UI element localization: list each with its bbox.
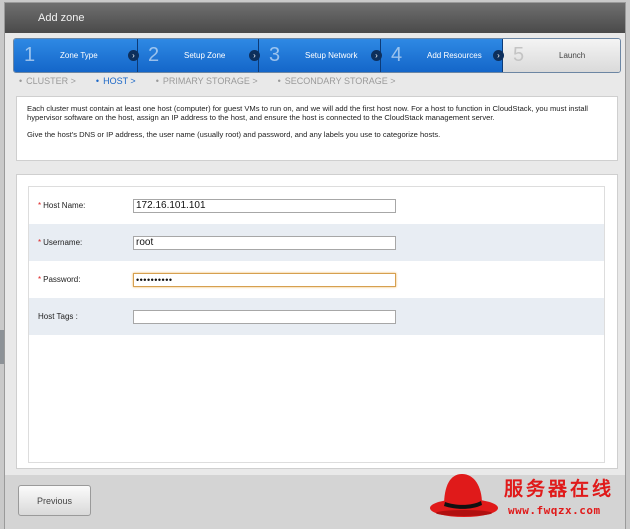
chevron-right-icon: › [493, 50, 504, 61]
bullet-icon: • [155, 76, 159, 86]
step-number: 2 [148, 44, 160, 66]
watermark-url: www.fwqzx.com [508, 504, 601, 517]
watermark: 服务器在线 www.fwqzx.com [428, 464, 628, 526]
chevron-right-icon: › [249, 50, 260, 61]
add-zone-dialog: Add zone 1 Zone Type › 2 Setup Zone › 3 … [4, 2, 626, 529]
step-label: Setup Network [305, 51, 358, 60]
form-row-password: * Password: [29, 261, 604, 298]
instructions-paragraph: Each cluster must contain at least one h… [27, 104, 588, 122]
field-label: * Username: [29, 238, 121, 247]
field-label: * Host Name: [29, 201, 121, 210]
step-setup-zone[interactable]: 2 Setup Zone › [138, 39, 260, 72]
dialog-title: Add zone [5, 3, 625, 33]
step-number: 5 [513, 44, 525, 66]
step-launch[interactable]: 5 Launch [503, 39, 620, 72]
host-tags-input[interactable] [133, 309, 396, 324]
form-row-username: * Username: [29, 224, 604, 261]
chevron-right-icon: › [371, 50, 382, 61]
required-marker: * [38, 275, 42, 284]
instructions-paragraph: Give the host's DNS or IP address, the u… [27, 130, 441, 139]
step-setup-network[interactable]: 3 Setup Network › [259, 39, 382, 72]
step-label: Add Resources [427, 51, 482, 60]
step-number: 3 [269, 44, 281, 66]
chevron-right-icon: › [128, 50, 139, 61]
step-label: Launch [559, 51, 586, 60]
host-name-input[interactable] [133, 198, 396, 213]
host-name-label: Host Name: [43, 201, 86, 210]
form-row-host-tags: Host Tags : [29, 298, 604, 335]
required-marker: * [38, 238, 42, 247]
host-form: *Host Name: *Username: *Password: Host T… [28, 186, 605, 463]
breadcrumb-label: SECONDARY STORAGE > [284, 76, 396, 86]
step-zone-type[interactable]: 1 Zone Type › [14, 39, 139, 72]
step-number: 4 [391, 44, 403, 66]
field-label: Host Tags : [29, 312, 121, 321]
breadcrumb-label: PRIMARY STORAGE > [162, 76, 258, 86]
step-label: Zone Type [60, 51, 98, 60]
username-input[interactable] [133, 235, 396, 250]
password-label: Password: [43, 275, 81, 284]
field-label: * Password: [29, 275, 121, 284]
bullet-icon: • [277, 76, 281, 86]
step-number: 1 [24, 44, 36, 66]
step-add-resources[interactable]: 4 Add Resources › [381, 39, 504, 72]
host-form-container: *Host Name: *Username: *Password: Host T… [16, 174, 618, 469]
breadcrumb: • CLUSTER > • HOST > • PRIMARY STORAGE >… [19, 76, 416, 88]
breadcrumb-primary-storage[interactable]: • PRIMARY STORAGE > [156, 76, 258, 88]
red-hat-logo-icon [430, 474, 498, 517]
breadcrumb-host[interactable]: • HOST > [96, 76, 136, 88]
bullet-icon: • [19, 76, 23, 86]
breadcrumb-secondary-storage[interactable]: • SECONDARY STORAGE > [278, 76, 396, 88]
breadcrumb-label: CLUSTER > [26, 76, 76, 86]
password-input[interactable] [133, 272, 396, 287]
required-marker: * [38, 201, 42, 210]
wizard-steps: 1 Zone Type › 2 Setup Zone › 3 Setup Net… [13, 38, 621, 73]
watermark-title: 服务器在线 [504, 478, 615, 500]
host-tags-label: Host Tags : [38, 312, 78, 321]
instructions-box: Each cluster must contain at least one h… [16, 96, 618, 161]
previous-button[interactable]: Previous [18, 485, 91, 516]
breadcrumb-label: HOST > [103, 76, 136, 86]
bullet-icon: • [95, 76, 100, 86]
username-label: Username: [43, 238, 83, 247]
form-row-host-name: * Host Name: [29, 187, 604, 224]
step-label: Setup Zone [184, 51, 226, 60]
breadcrumb-cluster[interactable]: • CLUSTER > [19, 76, 76, 88]
